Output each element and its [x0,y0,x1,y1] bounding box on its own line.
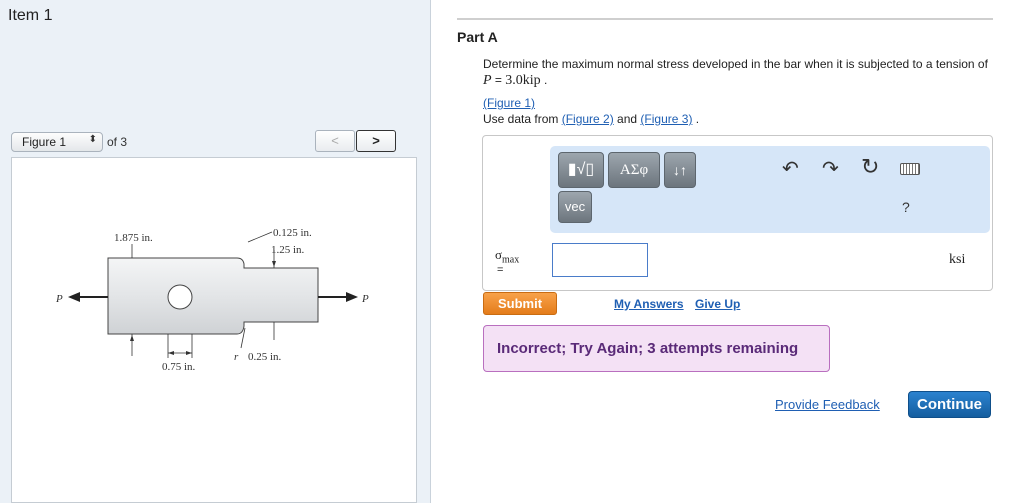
load-label-left: P [55,293,63,305]
answer-input[interactable] [552,243,648,277]
bar-shape [107,257,319,335]
next-figure-button[interactable]: > [356,130,396,152]
figure-select[interactable]: Figure 1 ⬍ [11,132,103,152]
and-text: and [613,112,641,126]
my-answers-link[interactable]: My Answers [614,297,684,311]
continue-button[interactable]: Continue [908,391,991,418]
figure-1-line: (Figure 1) [483,95,988,111]
figure-count: of 3 [107,135,128,149]
use-data-line: Use data from (Figure 2) and (Figure 3) … [483,111,988,127]
bar-diagram: P P 1.875 in. 0.125 in. 1.25 in. 0.75 in… [55,227,369,373]
templates-button[interactable]: ▮√▯ [558,152,604,188]
undo-icon[interactable]: ↶ [782,158,799,180]
dim-0125-leader [247,231,273,243]
figure-panel: Item 1 Figure 1 ⬍ of 3 < > P P 1.875 in.… [0,0,431,503]
problem-equals: = [491,73,506,87]
unit-label: ksi [949,252,966,267]
updown-icon: ⬍ [88,134,97,145]
dim-label-1875: 1.875 in. [114,232,153,244]
figure-select-value: Figure 1 [22,135,67,149]
item-title: Item 1 [8,7,53,24]
problem-text: Determine the maximum normal stress deve… [483,56,988,89]
problem-text-main: Determine the maximum normal stress deve… [483,57,988,71]
provide-feedback-link[interactable]: Provide Feedback [775,397,880,412]
math-toolbar: ▮√▯ ΑΣφ ↓↑ vec ↶ ↷ ↻ ? [550,146,990,233]
dim-label-025: 0.25 in. [248,351,282,363]
figure-3-link[interactable]: (Figure 3) [640,112,692,126]
submit-button[interactable]: Submit [483,292,557,315]
equals-sign: = [497,264,504,276]
fillet-r-label: r [234,351,239,363]
problem-period: . [540,73,548,87]
sigma-max-label: σmax [495,247,519,266]
dim-075-arrow-right [186,351,192,355]
answer-box: ▮√▯ ΑΣφ ↓↑ vec ↶ ↷ ↻ ? σmax = ksi [482,135,993,291]
problem-value: 3.0kip [505,73,541,88]
dim-label-0125: 0.125 in. [273,227,312,239]
dim-075-arrow-left [168,351,174,355]
greek-symbols-button[interactable]: ΑΣφ [608,152,660,188]
figure-2-link[interactable]: (Figure 2) [562,112,614,126]
part-title: Part A [457,29,498,45]
right-load-arrowhead [346,292,358,302]
sigma-subscript: max [502,254,520,266]
sigma-symbol: σ [495,247,503,262]
dim-label-125: 1.25 in. [271,244,305,256]
use-data-text: Use data from [483,112,562,126]
give-up-link[interactable]: Give Up [695,297,740,311]
keyboard-icon[interactable] [900,163,920,175]
redo-icon[interactable]: ↷ [822,158,839,180]
dim-1875-arrow-bottom [130,335,134,341]
dim-label-075: 0.75 in. [162,361,196,373]
previous-figure-button[interactable]: < [315,130,355,152]
dim-125-arrow-top [272,261,276,267]
figure-1-link[interactable]: (Figure 1) [483,96,535,110]
problem-statement: Determine the maximum normal stress deve… [483,56,988,127]
figure-toolbar: Figure 1 ⬍ of 3 < > [11,130,416,154]
sort-button[interactable]: ↓↑ [664,152,696,188]
figure-image: P P 1.875 in. 0.125 in. 1.25 in. 0.75 in… [11,157,417,503]
top-divider [457,18,993,20]
reset-icon[interactable]: ↻ [861,156,879,178]
left-load-arrowhead [68,292,80,302]
feedback-message: Incorrect; Try Again; 3 attempts remaini… [483,325,830,372]
problem-var-p: P [483,73,492,88]
load-label-right: P [361,293,369,305]
hole [167,284,193,310]
vec-button[interactable]: vec [558,191,592,223]
help-icon[interactable]: ? [902,199,910,215]
end-text: . [692,112,700,126]
